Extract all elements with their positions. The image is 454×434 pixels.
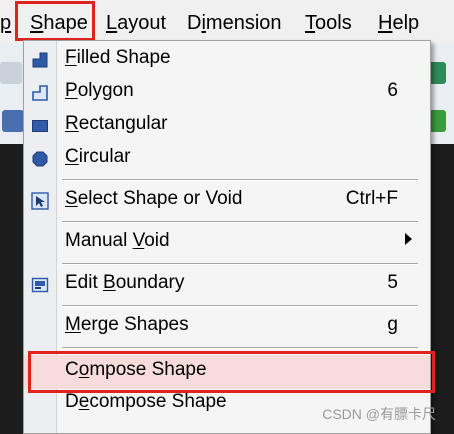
menu-item-label: Filled Shape	[65, 47, 171, 68]
menu-item-compose-shape[interactable]: Compose Shape	[24, 355, 430, 389]
menu-item-select-shape-or-void[interactable]: Select Shape or Void Ctrl+F	[24, 186, 430, 216]
submenu-arrow-icon	[405, 233, 412, 245]
shortcut-label: 6	[387, 80, 398, 101]
shortcut-label: Ctrl+F	[345, 188, 398, 209]
menu-item-edit-boundary[interactable]: Edit Boundary 5	[24, 270, 430, 300]
shortcut-label: 5	[387, 272, 398, 293]
menu-layout[interactable]: Layout	[106, 8, 166, 38]
toolbar-icon[interactable]	[0, 62, 22, 84]
toolbar-icon[interactable]	[2, 110, 24, 132]
shape-menu-highlight-box	[15, 1, 95, 41]
menu-separator	[62, 221, 418, 223]
menu-separator	[62, 305, 418, 307]
filled-shape-icon	[32, 52, 48, 68]
menu-item-label: Polygon	[65, 80, 134, 101]
menu-item-label: Circular	[65, 146, 131, 167]
circle-icon	[32, 151, 48, 167]
menu-item-polygon[interactable]: Polygon 6	[24, 78, 430, 108]
menu-separator	[62, 179, 418, 181]
menu-item-label: Select Shape or Void	[65, 188, 243, 209]
menu-item-label: Compose Shape	[65, 359, 207, 380]
select-cursor-icon	[31, 192, 49, 210]
menu-dimension[interactable]: Dimension	[187, 8, 282, 38]
menu-separator	[62, 263, 418, 265]
menu-item-label: Rectangular	[65, 113, 168, 134]
menu-item-label: Decompose Shape	[65, 391, 227, 412]
menu-help[interactable]: Help	[378, 8, 419, 38]
menu-item-label: Merge Shapes	[65, 314, 189, 335]
edit-boundary-icon	[31, 277, 49, 293]
menu-tools[interactable]: Tools	[305, 8, 352, 38]
menu-previous-partial[interactable]: p	[0, 8, 11, 38]
shape-dropdown-menu: Filled Shape Polygon 6 Rectangular Circu…	[23, 40, 431, 434]
menu-separator	[62, 347, 418, 349]
menu-item-manual-void[interactable]: Manual Void	[24, 228, 430, 258]
menu-item-merge-shapes[interactable]: Merge Shapes g	[24, 312, 430, 342]
rectangle-icon	[32, 120, 48, 132]
shortcut-label: g	[387, 314, 398, 335]
menu-item-filled-shape[interactable]: Filled Shape	[24, 45, 430, 75]
menu-item-circular[interactable]: Circular	[24, 144, 430, 174]
menu-item-label: Manual Void	[65, 230, 170, 251]
menu-item-label: Edit Boundary	[65, 272, 185, 293]
watermark: CSDN @有膘卡尺	[322, 406, 436, 422]
polygon-icon	[32, 85, 48, 101]
menu-item-rectangular[interactable]: Rectangular	[24, 111, 430, 141]
